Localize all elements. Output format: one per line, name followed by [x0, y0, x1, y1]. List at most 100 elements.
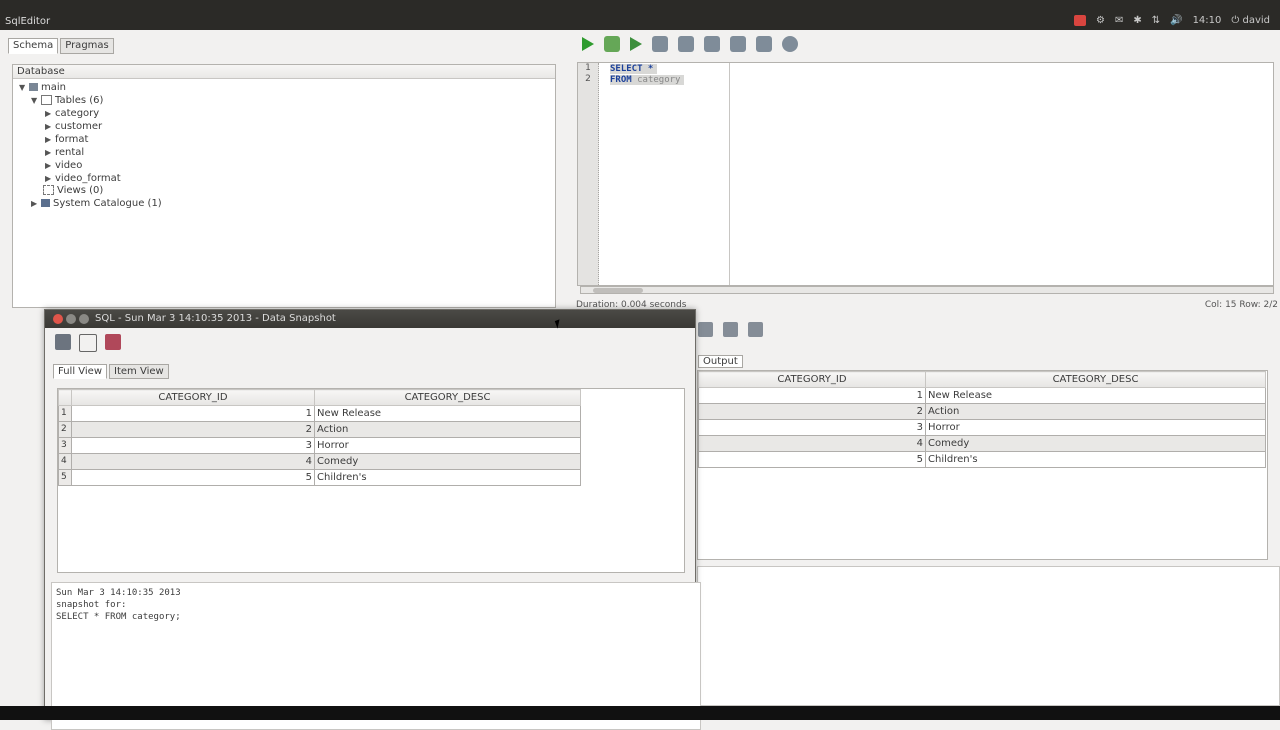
settings-icon[interactable]: ⚙ [1096, 15, 1105, 26]
table-row[interactable]: 3 3 Horror [58, 437, 581, 454]
table-row[interactable]: 1 1 New Release [58, 405, 581, 422]
table-row[interactable]: 5 Children's [698, 451, 1266, 468]
save-as-icon[interactable] [756, 36, 772, 52]
export-icon[interactable] [652, 36, 668, 52]
table-row[interactable]: 4 4 Comedy [58, 453, 581, 470]
editor-hscrollbar[interactable] [580, 286, 1274, 294]
column-header[interactable]: CATEGORY_DESC [314, 389, 581, 406]
search-icon[interactable] [782, 36, 798, 52]
tree-node-table[interactable]: ▶ category [45, 108, 99, 119]
results-table: CATEGORY_ID CATEGORY_DESC 1 New Release 2… [698, 371, 1266, 468]
tree-node-tables[interactable]: ▼ Tables (6) [31, 95, 103, 106]
line-gutter: 1 2 [578, 63, 599, 285]
table-row[interactable]: 1 New Release [698, 387, 1266, 404]
snapshot-info-line: snapshot for: [56, 600, 127, 610]
snapshot-title: SQL - Sun Mar 3 14:10:35 2013 - Data Sna… [95, 313, 336, 324]
scroll-thumb[interactable] [593, 288, 643, 293]
tab-output[interactable]: Output [698, 355, 743, 368]
system-tray: ⚙ ✉ ✱ ⇅ 🔊 14:10 ⏻ david [1073, 15, 1270, 26]
expand-arrow-icon[interactable]: ▶ [45, 109, 55, 118]
snapshot-info-line: SELECT * FROM category; [56, 612, 181, 622]
column-header[interactable]: CATEGORY_DESC [925, 371, 1266, 388]
expand-arrow-icon[interactable]: ▶ [45, 161, 55, 170]
snapshot-toolbar [55, 334, 121, 352]
results-message-pane [697, 566, 1280, 706]
snapshot-table: CATEGORY_ID CATEGORY_DESC 1 1 New Release … [58, 389, 581, 486]
snapshot-grid: CATEGORY_ID CATEGORY_DESC 1 1 New Release … [57, 388, 685, 573]
run-all-icon[interactable] [630, 37, 642, 51]
tree-node-system[interactable]: ▶ System Catalogue (1) [31, 198, 162, 209]
expand-arrow-icon[interactable]: ▶ [45, 174, 55, 183]
run-icon[interactable] [582, 37, 594, 51]
save-icon[interactable] [55, 334, 71, 350]
user-menu[interactable]: ⏻ david [1231, 15, 1270, 26]
tab-pragmas[interactable]: Pragmas [60, 38, 114, 54]
tab-full-view[interactable]: Full View [53, 364, 108, 379]
alert-icon[interactable] [1073, 15, 1086, 26]
editor-toolbar [582, 34, 798, 54]
clock[interactable]: 14:10 [1193, 15, 1222, 26]
expand-arrow-icon[interactable]: ▼ [31, 96, 41, 105]
table-row[interactable]: 2 2 Action [58, 421, 581, 438]
format-icon[interactable] [678, 36, 694, 52]
table-row[interactable]: 2 Action [698, 403, 1266, 420]
code-keyword-from: FROM [610, 75, 632, 85]
save-file-icon[interactable] [730, 36, 746, 52]
network-icon[interactable]: ⇅ [1152, 15, 1160, 26]
column-header[interactable]: CATEGORY_ID [71, 389, 315, 406]
tab-schema[interactable]: Schema [8, 38, 59, 54]
tree-node-table[interactable]: ▶ customer [45, 121, 102, 132]
expand-arrow-icon[interactable]: ▶ [45, 122, 55, 131]
volume-icon[interactable]: 🔊 [1170, 15, 1182, 26]
tree-node-table[interactable]: ▶ rental [45, 147, 84, 158]
tab-item-view[interactable]: Item View [109, 364, 169, 379]
snapshot-tabs: Full View Item View [53, 364, 171, 379]
tree-node-views[interactable]: Views (0) [43, 185, 103, 196]
results-toolbar [698, 322, 763, 337]
tree-node-table[interactable]: ▶ video_format [45, 173, 121, 184]
data-snapshot-window: SQL - Sun Mar 3 14:10:35 2013 - Data Sna… [44, 309, 701, 730]
tree-node-table[interactable]: ▶ video [45, 160, 82, 171]
edit-icon[interactable] [79, 334, 97, 352]
schema-tabs: Schema Pragmas [8, 38, 116, 54]
results-grid: CATEGORY_ID CATEGORY_DESC 1 New Release 2… [697, 370, 1268, 560]
snapshot-titlebar[interactable]: SQL - Sun Mar 3 14:10:35 2013 - Data Sna… [45, 310, 695, 328]
database-icon [29, 83, 38, 91]
close-icon[interactable] [53, 314, 63, 324]
maximize-icon[interactable] [79, 314, 89, 324]
table-row[interactable]: 4 Comedy [698, 435, 1266, 452]
mail-icon[interactable]: ✉ [1115, 15, 1123, 26]
table-row[interactable]: 5 5 Children's [58, 469, 581, 486]
schema-tree: Database ▼ main ▼ Tables (6) ▶ category ▶ cu… [12, 64, 556, 308]
expand-arrow-icon[interactable]: ▶ [31, 199, 41, 208]
window-title: SqlEditor [5, 16, 51, 27]
tree-node-main[interactable]: ▼ main [19, 82, 66, 93]
code-line-1: SELECT * [610, 64, 658, 74]
chart-icon[interactable] [748, 322, 763, 337]
snapshot-info-line: Sun Mar 3 14:10:35 2013 [56, 588, 181, 598]
open-file-icon[interactable] [704, 36, 720, 52]
view-icon [43, 185, 54, 195]
expand-arrow-icon[interactable]: ▼ [19, 83, 29, 92]
expand-arrow-icon[interactable]: ▶ [45, 148, 55, 157]
table-icon [41, 95, 52, 105]
right-margin-line [729, 63, 730, 285]
bluetooth-icon[interactable]: ✱ [1133, 15, 1141, 26]
tree-node-table[interactable]: ▶ format [45, 134, 88, 145]
edit-icon[interactable] [723, 322, 738, 337]
expand-arrow-icon[interactable]: ▶ [45, 135, 55, 144]
minimize-icon[interactable] [66, 314, 76, 324]
column-header[interactable]: CATEGORY_ID [698, 371, 926, 388]
tree-header[interactable]: Database [13, 65, 555, 79]
table-row[interactable]: 3 Horror [698, 419, 1266, 436]
snapshot-icon[interactable] [698, 322, 713, 337]
catalogue-icon [41, 199, 50, 207]
sql-code[interactable]: SELECT * FROM category [610, 64, 685, 86]
row-header-corner [58, 389, 72, 406]
code-table-name: category [637, 75, 681, 85]
bottom-panel [0, 706, 1280, 720]
cursor-position: Col: 15 Row: 2/2 [1204, 300, 1278, 310]
run-explain-icon[interactable] [604, 36, 620, 52]
delete-icon[interactable] [105, 334, 121, 350]
sql-editor[interactable]: 1 2 SELECT * FROM category [577, 62, 1274, 286]
